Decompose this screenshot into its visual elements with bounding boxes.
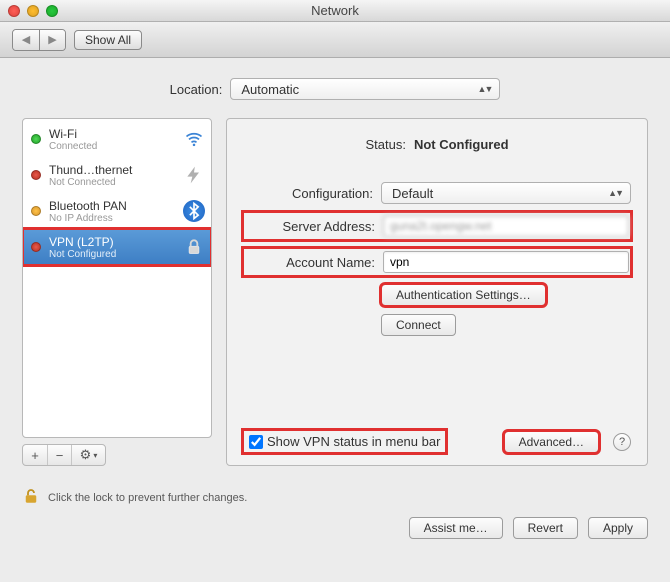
lock-text: Click the lock to prevent further change… [48, 492, 247, 504]
minimize-icon[interactable] [27, 5, 39, 17]
bluetooth-icon [183, 200, 205, 222]
window-title: Network [0, 3, 670, 18]
show-vpn-status-checkbox[interactable]: Show VPN status in menu bar [243, 430, 446, 453]
show-all-button[interactable]: Show All [74, 30, 142, 50]
gear-icon[interactable]: ⚙︎ ▾ [71, 445, 105, 465]
server-address-label: Server Address: [245, 219, 375, 234]
account-name-label: Account Name: [245, 255, 375, 270]
connect-row: Connect [243, 314, 631, 336]
chevron-down-icon: ▾ [93, 451, 97, 460]
sidebar-item-vpn[interactable]: VPN (L2TP) Not Configured [23, 229, 211, 265]
back-button[interactable]: ◀ [13, 30, 39, 50]
status-dot [31, 170, 41, 180]
connect-button[interactable]: Connect [381, 314, 456, 336]
location-row: Location: Automatic ▲▼ [22, 78, 648, 100]
sidebar-item-name: Bluetooth PAN [49, 199, 175, 213]
location-label: Location: [170, 82, 223, 97]
help-button[interactable]: ? [613, 433, 631, 451]
configuration-row: Configuration: Default ▲▼ [243, 182, 631, 204]
sidebar-item-text: Thund…thernet Not Connected [49, 163, 175, 188]
sidebar-item-name: Wi-Fi [49, 127, 175, 141]
server-address-input[interactable] [383, 215, 629, 237]
chevron-updown-icon: ▲▼ [608, 188, 622, 198]
show-vpn-status-input[interactable] [249, 435, 263, 449]
show-vpn-status-label: Show VPN status in menu bar [267, 434, 440, 449]
server-address-row: Server Address: [243, 212, 631, 240]
sidebar-item-wifi[interactable]: Wi-Fi Connected [23, 121, 211, 157]
sidebar-item-text: Bluetooth PAN No IP Address [49, 199, 175, 224]
apply-button[interactable]: Apply [588, 517, 648, 539]
window-controls [8, 5, 58, 17]
location-value: Automatic [241, 82, 299, 97]
account-name-row: Account Name: [243, 248, 631, 276]
status-dot [31, 206, 41, 216]
status-dot [31, 242, 41, 252]
configuration-select[interactable]: Default ▲▼ [381, 182, 631, 204]
forward-button[interactable]: ▶ [39, 30, 65, 50]
nav-buttons: ◀ ▶ [12, 29, 66, 51]
sidebar-item-name: Thund…thernet [49, 163, 175, 177]
sidebar-item-status: Not Configured [49, 249, 175, 260]
toolbar: ◀ ▶ Show All [0, 22, 670, 58]
main-row: Wi-Fi Connected Thund…thernet Not Connec… [22, 118, 648, 466]
chevron-updown-icon: ▲▼ [478, 84, 492, 94]
status-row: Status: Not Configured [243, 137, 631, 152]
status-dot [31, 134, 41, 144]
close-icon[interactable] [8, 5, 20, 17]
sidebar-item-name: VPN (L2TP) [49, 235, 175, 249]
revert-button[interactable]: Revert [513, 517, 578, 539]
status-value: Not Configured [414, 137, 509, 152]
sidebar-item-status: No IP Address [49, 213, 175, 224]
configuration-value: Default [392, 186, 433, 201]
configuration-label: Configuration: [243, 186, 373, 201]
zoom-icon[interactable] [46, 5, 58, 17]
advanced-button[interactable]: Advanced… [504, 431, 599, 453]
panel-bottom-row: Show VPN status in menu bar Advanced… ? [243, 430, 631, 453]
sidebar-item-text: VPN (L2TP) Not Configured [49, 235, 175, 260]
thunderbolt-icon [183, 164, 205, 186]
sidebar-wrap: Wi-Fi Connected Thund…thernet Not Connec… [22, 118, 212, 466]
sidebar-controls: + − ⚙︎ ▾ [22, 444, 106, 466]
status-label: Status: [365, 137, 405, 152]
detail-panel: Status: Not Configured Configuration: De… [226, 118, 648, 466]
sidebar-item-text: Wi-Fi Connected [49, 127, 175, 152]
sidebar: Wi-Fi Connected Thund…thernet Not Connec… [22, 118, 212, 438]
authentication-settings-button[interactable]: Authentication Settings… [381, 284, 546, 306]
padlock-icon[interactable] [22, 486, 40, 509]
footer: Assist me… Revert Apply [0, 509, 670, 553]
lock-row: Click the lock to prevent further change… [0, 476, 670, 509]
gear-glyph: ⚙︎ [80, 447, 92, 463]
sidebar-item-bluetooth[interactable]: Bluetooth PAN No IP Address [23, 193, 211, 229]
assist-me-button[interactable]: Assist me… [409, 517, 503, 539]
lock-icon [183, 236, 205, 258]
wifi-icon [183, 128, 205, 150]
sidebar-item-status: Not Connected [49, 177, 175, 188]
auth-row: Authentication Settings… [243, 284, 631, 306]
location-select[interactable]: Automatic ▲▼ [230, 78, 500, 100]
add-service-button[interactable]: + [23, 445, 47, 465]
account-name-input[interactable] [383, 251, 629, 273]
sidebar-item-status: Connected [49, 141, 175, 152]
remove-service-button[interactable]: − [47, 445, 71, 465]
titlebar: Network [0, 0, 670, 22]
content: Location: Automatic ▲▼ Wi-Fi Connected [0, 58, 670, 476]
sidebar-item-thunderbolt[interactable]: Thund…thernet Not Connected [23, 157, 211, 193]
